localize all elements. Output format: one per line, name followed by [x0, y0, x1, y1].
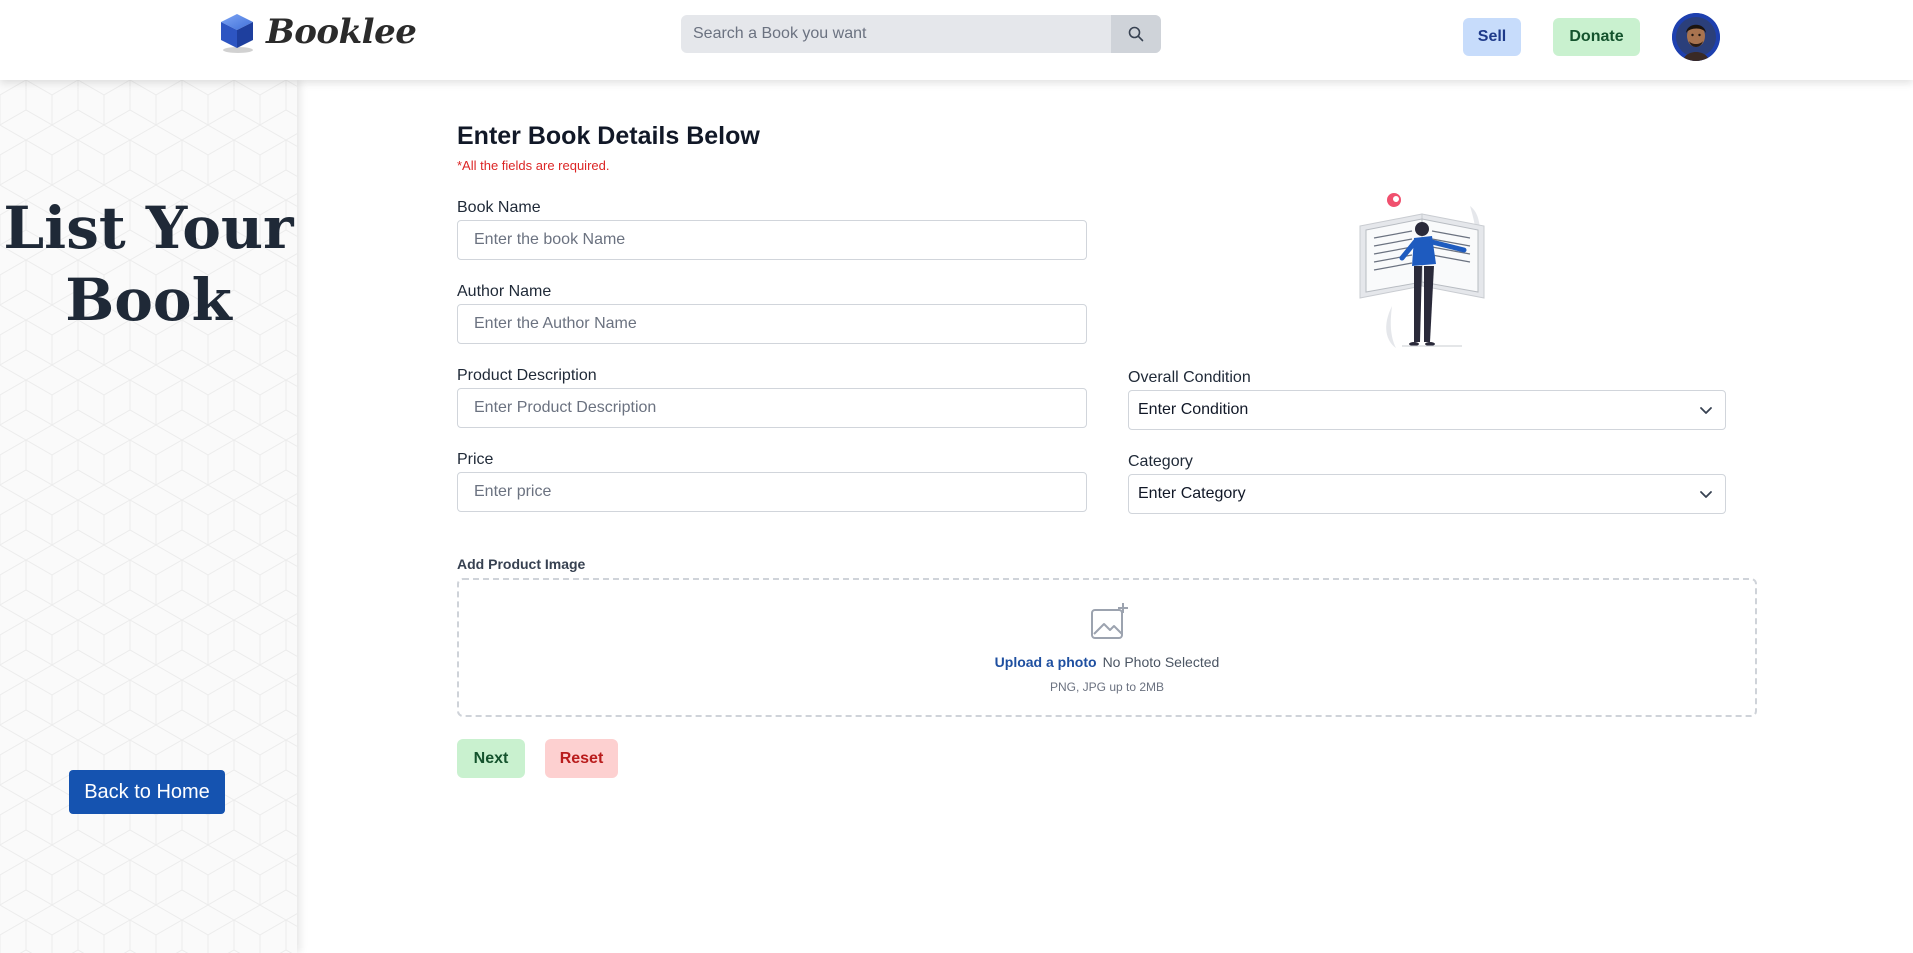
next-button[interactable]: Next — [457, 739, 525, 778]
upload-photo-link[interactable]: Upload a photo — [995, 654, 1097, 670]
price-label: Price — [457, 451, 494, 468]
upload-row: Upload a photo No Photo Selected — [459, 654, 1755, 670]
sidebar-heading-line1: List Your — [3, 194, 294, 262]
book-name-field — [457, 220, 1087, 260]
book-name-label: Book Name — [457, 199, 541, 216]
description-input[interactable] — [458, 389, 1086, 427]
search-icon — [1128, 26, 1144, 42]
author-name-field — [457, 304, 1087, 344]
brand-logo[interactable]: Booklee — [218, 12, 417, 53]
condition-select-value: Enter Condition — [1138, 401, 1249, 418]
product-image-label: Add Product Image — [457, 556, 586, 572]
search-button[interactable] — [1111, 15, 1161, 53]
cube-logo-icon — [218, 12, 256, 53]
category-select[interactable]: Enter Category — [1128, 474, 1726, 514]
reading-woman-illustration — [1359, 193, 1485, 348]
search-input[interactable] — [681, 15, 1111, 53]
chevron-down-icon — [1700, 491, 1712, 498]
book-name-input[interactable] — [458, 221, 1086, 259]
category-label: Category — [1128, 453, 1193, 470]
chevron-down-icon — [1700, 407, 1712, 414]
upload-hint: PNG, JPG up to 2MB — [1049, 680, 1165, 694]
user-avatar[interactable] — [1672, 13, 1720, 61]
top-navbar: Booklee Sell Donate — [0, 0, 1913, 80]
brand-name: Booklee — [266, 12, 417, 52]
condition-label: Overall Condition — [1128, 369, 1251, 386]
form-title: Enter Book Details Below — [457, 122, 760, 150]
image-add-icon — [1091, 603, 1128, 639]
sell-button[interactable]: Sell — [1463, 18, 1521, 56]
required-note: *All the fields are required. — [457, 158, 610, 173]
sidebar-heading: List Your Book — [0, 192, 297, 336]
back-to-home-button[interactable]: Back to Home — [69, 770, 225, 814]
reset-button[interactable]: Reset — [545, 739, 618, 778]
author-name-label: Author Name — [457, 283, 552, 300]
image-dropzone[interactable]: Upload a photo No Photo Selected PNG, JPG… — [457, 578, 1757, 717]
photo-status: No Photo Selected — [1102, 654, 1220, 670]
description-field — [457, 388, 1087, 428]
author-name-input[interactable] — [458, 305, 1086, 343]
sidebar-heading-line2: Book — [65, 266, 232, 334]
search-bar — [681, 15, 1161, 53]
donate-button[interactable]: Donate — [1553, 18, 1640, 56]
condition-select[interactable]: Enter Condition — [1128, 390, 1726, 430]
price-input[interactable] — [458, 473, 1086, 511]
category-select-value: Enter Category — [1138, 485, 1246, 502]
description-label: Product Description — [457, 367, 597, 384]
left-sidebar: List Your Book Back to Home — [0, 80, 297, 953]
price-field — [457, 472, 1087, 512]
